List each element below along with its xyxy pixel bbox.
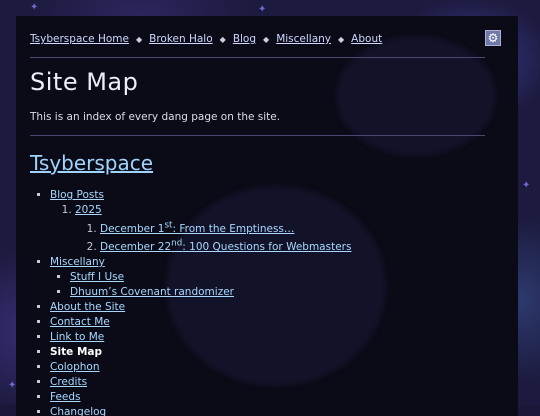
list-item: About the Site	[50, 300, 351, 315]
link-year-2025[interactable]: 2025	[75, 204, 102, 216]
link-colophon[interactable]: Colophon	[50, 361, 100, 373]
nav-link-about[interactable]: About	[351, 33, 382, 45]
link-post-december-22[interactable]: December 22nd: 100 Questions for Webmast…	[100, 239, 351, 254]
link-post-december-1[interactable]: December 1st: From the Emptiness…	[100, 220, 294, 235]
list-item: December 22nd: 100 Questions for Webmast…	[100, 237, 351, 256]
nav-link-broken-halo[interactable]: Broken Halo	[149, 33, 213, 45]
divider	[30, 135, 485, 136]
section-heading-link[interactable]: Tsyberspace	[30, 151, 153, 175]
nav-separator: ◆	[135, 34, 143, 44]
list-item: Colophon	[50, 360, 351, 375]
current-page-site-map: Site Map	[50, 346, 103, 358]
list-item: Credits	[50, 375, 351, 390]
list-item: Feeds	[50, 390, 351, 405]
link-blog-posts[interactable]: Blog Posts	[50, 189, 104, 201]
sparkle-icon: ✦	[522, 180, 531, 191]
list-item: Blog Posts 2025 December 1st: From the E…	[50, 188, 351, 255]
theme-toggle-button[interactable]: ⚙	[485, 30, 501, 46]
list-item: Dhuum’s Covenant randomizer	[70, 285, 351, 300]
top-nav: Tsyberspace Home ◆ Broken Halo ◆ Blog ◆ …	[30, 30, 382, 48]
list-item: Miscellany Stuff I Use Dhuum’s Covenant …	[50, 255, 351, 300]
page-title: Site Map	[30, 68, 139, 96]
nav-separator: ◆	[219, 34, 226, 44]
list-item: December 1st: From the Emptiness…	[100, 218, 351, 237]
list-item: 2025 December 1st: From the Emptiness… D…	[75, 203, 351, 255]
sitemap-list: Blog Posts 2025 December 1st: From the E…	[30, 188, 351, 416]
link-miscellany[interactable]: Miscellany	[50, 256, 105, 268]
nav-link-home[interactable]: Tsyberspace Home	[30, 33, 129, 45]
nav-link-blog[interactable]: Blog	[233, 33, 256, 45]
link-link-to-me[interactable]: Link to Me	[50, 331, 104, 343]
link-stuff-i-use[interactable]: Stuff I Use	[70, 271, 124, 283]
list-item: Site Map	[50, 345, 351, 360]
list-item: Changelog	[50, 405, 351, 416]
list-item: Link to Me	[50, 330, 351, 345]
list-item: Contact Me	[50, 315, 351, 330]
sparkle-icon: ✦	[30, 2, 39, 13]
nav-link-miscellany[interactable]: Miscellany	[276, 33, 331, 45]
link-contact-me[interactable]: Contact Me	[50, 316, 110, 328]
background-blob	[336, 36, 496, 156]
divider	[30, 57, 485, 58]
link-changelog[interactable]: Changelog	[50, 406, 106, 416]
link-about-the-site[interactable]: About the Site	[50, 301, 125, 313]
page-intro: This is an index of every dang page on t…	[30, 111, 281, 123]
link-covenant-randomizer[interactable]: Dhuum’s Covenant randomizer	[70, 286, 234, 298]
nav-separator: ◆	[263, 34, 270, 44]
content-panel: Tsyberspace Home ◆ Broken Halo ◆ Blog ◆ …	[16, 16, 518, 416]
list-item: Stuff I Use	[70, 270, 351, 285]
link-feeds[interactable]: Feeds	[50, 391, 81, 403]
link-credits[interactable]: Credits	[50, 376, 87, 388]
sparkle-icon: ✦	[258, 4, 267, 15]
nav-separator: ◆	[338, 34, 345, 44]
gear-icon: ⚙	[487, 31, 499, 45]
